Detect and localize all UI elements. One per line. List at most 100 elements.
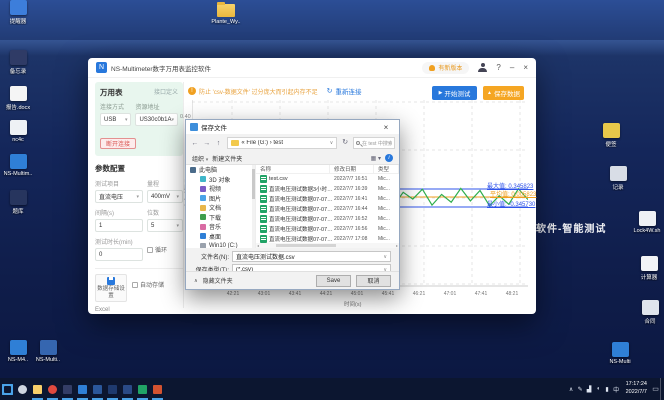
test-item-label: 测试项目 [95,182,120,188]
file-row[interactable]: 直流电压测试数据07-07-2022-16.44.11...2022/7/7 1… [256,204,399,214]
cancel-button[interactable]: 取消 [356,274,391,287]
search-box[interactable]: 在 test 中搜索 [353,137,395,149]
update-badge[interactable]: 有新版本 [422,61,470,74]
word-icon[interactable] [90,378,105,400]
ime-icon[interactable]: 中 [612,378,621,400]
save-button[interactable]: Save [316,274,351,287]
file-row[interactable]: 直流电压测试数据3小时15万条数据.csv2022/7/7 16:39 Mic..… [256,184,399,194]
start-test-button[interactable]: ▶ 开始测试 [432,86,477,100]
file-explorer-icon[interactable] [30,378,45,400]
address-select[interactable]: US30c0b1A [135,113,178,126]
app-dark-icon[interactable] [60,378,75,400]
scroll-right-icon[interactable]: ▸ [395,243,399,248]
desktop-icon[interactable]: Lock4W.sh [631,211,663,234]
column-name[interactable]: 名称 [256,165,330,173]
close-button[interactable]: × [523,63,528,72]
desktop-icon[interactable]: nc4c [2,120,34,143]
scroll-left-icon[interactable]: ◂ [256,243,260,248]
folder-icon [217,2,235,17]
desktop-icon[interactable]: 提醒器 [2,0,34,25]
info-icon[interactable]: i [385,154,393,162]
chevron-up-icon[interactable]: ∧ [567,378,576,400]
user-icon[interactable] [478,63,488,72]
app-blue-icon[interactable] [120,378,135,400]
interval-input[interactable]: 1 [95,219,143,232]
forward-button[interactable]: → [202,140,212,147]
interface-link[interactable]: 接口定义 [154,87,178,96]
powerpoint-icon[interactable] [150,378,165,400]
chevron-down-icon[interactable]: ∨ [330,140,334,146]
back-button[interactable]: ← [190,140,200,147]
column-type[interactable]: 类型 [374,165,399,173]
disconnect-button[interactable]: 断开连接 [100,138,136,149]
file-row[interactable]: 直流电压测试数据07-07-2022-16.52.10...2022/7/7 1… [256,214,399,224]
desktop-icon[interactable]: NS-Multi [604,342,636,365]
tree-item[interactable]: 3D 对象 [186,175,255,185]
file-row[interactable]: 直流电压测试数据07-07-2022-16.56.16...2022/7/7 1… [256,224,399,234]
show-desktop-button[interactable] [660,378,664,400]
desktop-icon[interactable]: NS-M4.. [2,340,34,363]
desktop-icon-label: NS-Multi.. [35,357,61,363]
filename-input[interactable]: 直流电压测试数据.csv ∨ [232,251,391,262]
new-folder-button[interactable]: 新建文件夹 [212,154,242,163]
desktop-icon[interactable]: 备忘录 [2,50,34,75]
column-date[interactable]: 修改日期 [330,165,374,173]
tree-item[interactable]: 文档 [186,203,255,213]
help-button[interactable]: ? [496,63,500,72]
digits-select[interactable]: 5 [147,219,183,232]
desktop-icon[interactable]: 便签 [595,123,627,148]
file-row[interactable]: 直流电压测试数据07-07-2022-16.41.07...2022/7/7 1… [256,194,399,204]
volume-icon[interactable]: ◖ [594,378,603,400]
desktop-icon[interactable]: 报告.docx [2,86,34,111]
network-icon[interactable]: ▟ [585,378,594,400]
desktop-icon[interactable]: 合同 [634,300,664,325]
vscode-icon[interactable] [75,378,90,400]
view-selector[interactable]: ▦ ▾ [371,155,381,162]
tree-item[interactable]: 视频 [186,184,255,194]
dialog-close-button[interactable]: × [377,123,395,132]
storage-settings-button[interactable]: 数据存储设置 [95,274,127,303]
horizontal-scrollbar[interactable]: ◂ ▸ [256,243,399,248]
tree-item[interactable]: 音乐 [186,222,255,232]
pen-icon[interactable]: ✎ [576,378,585,400]
action-center-icon[interactable]: ▭ [651,378,660,400]
chevron-down-icon[interactable]: ∨ [383,254,387,260]
desktop-icon[interactable]: Plante_Wy.. [210,2,242,25]
tree-scrollbar[interactable] [252,165,255,248]
minimize-button[interactable]: – [510,63,514,72]
excel-icon[interactable] [135,378,150,400]
save-data-button[interactable]: ▲ 保存数据 [483,86,524,100]
desktop-icon[interactable]: 记录 [602,166,634,191]
tree-item[interactable]: 图片 [186,194,255,204]
tree-item[interactable]: Win10 (C:) [186,241,255,248]
tree-item[interactable]: 桌面 [186,232,255,242]
tree-item[interactable]: 此电脑 [186,165,255,175]
app-navy-icon[interactable] [105,378,120,400]
organize-button[interactable]: 组织 ▾ [192,154,208,163]
tree-item-icon [190,166,196,173]
reconnect-link[interactable]: 重新连接 [336,86,362,96]
dialog-icon [190,123,198,131]
search-icon[interactable] [15,378,30,400]
chrome-icon[interactable] [45,378,60,400]
duration-input[interactable]: 0 [95,248,143,261]
up-button[interactable]: ↑ [214,140,224,147]
start-button[interactable] [0,378,15,400]
desktop-icon[interactable]: NS-Multi.. [32,340,64,363]
test-item-select[interactable]: 直流电压 [95,190,143,203]
desktop-icon[interactable]: 题库 [2,190,34,215]
battery-icon[interactable]: ▮ [603,378,612,400]
x-axis-tick: 45:41 [381,291,395,297]
range-select[interactable]: 400mV [147,190,183,203]
loop-checkbox[interactable] [147,246,153,253]
breadcrumb[interactable]: « File (G:) › test ∨ [227,137,338,149]
file-row[interactable]: test.csv 2022/7/7 16:51 Mic... [256,174,399,184]
hide-folders-button[interactable]: 隐藏文件夹 [203,276,233,285]
tree-item[interactable]: 下载 [186,213,255,223]
taskbar-clock[interactable]: 17:17:24 2022/7/7 [626,381,647,396]
desktop-icon[interactable]: NS-Multim.. [2,154,34,177]
desktop-icon[interactable]: 计算器 [633,256,664,281]
refresh-button[interactable]: ↻ [339,137,351,149]
connection-select[interactable]: USB [100,113,132,126]
autosave-checkbox[interactable] [132,281,138,288]
